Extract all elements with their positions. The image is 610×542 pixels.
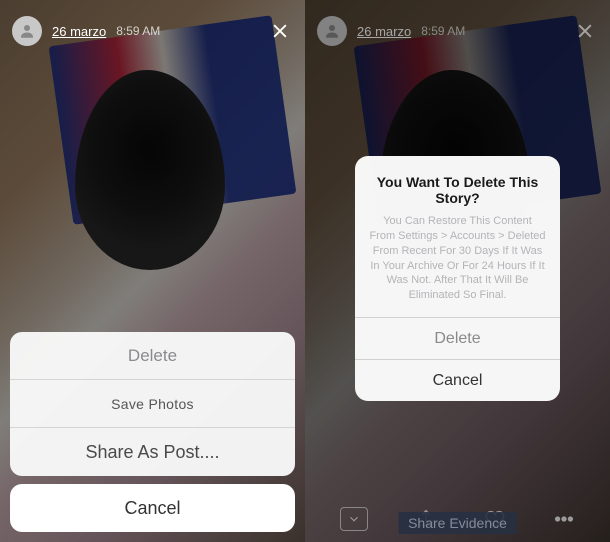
- left-screen: 26 marzo 8:59 AM Delete Save Photos Shar…: [0, 0, 305, 542]
- confirm-delete-button[interactable]: Delete: [355, 317, 560, 359]
- story-date-link[interactable]: 26 marzo: [52, 24, 106, 39]
- delete-confirm-dialog: You Want To Delete This Story? You Can R…: [355, 156, 560, 401]
- story-time: 8:59 AM: [116, 24, 160, 38]
- save-photos-option[interactable]: Save Photos: [10, 380, 295, 428]
- alert-title: You Want To Delete This Story?: [369, 174, 546, 206]
- share-as-post-option[interactable]: Share As Post....: [10, 428, 295, 476]
- close-button[interactable]: [267, 18, 293, 44]
- close-icon: [270, 21, 290, 41]
- story-header: 26 marzo 8:59 AM: [12, 16, 293, 46]
- right-screen: 26 marzo 8:59 AM Share Evidence You Want…: [305, 0, 610, 542]
- avatar[interactable]: [12, 16, 42, 46]
- cancel-button[interactable]: Cancel: [10, 484, 295, 532]
- confirm-cancel-button[interactable]: Cancel: [355, 359, 560, 401]
- delete-option[interactable]: Delete: [10, 332, 295, 380]
- action-sheet-group: Delete Save Photos Share As Post....: [10, 332, 295, 476]
- alert-body: You Want To Delete This Story? You Can R…: [355, 156, 560, 317]
- person-icon: [18, 22, 36, 40]
- alert-message: You Can Restore This Content From Settin…: [369, 214, 546, 303]
- action-sheet: Delete Save Photos Share As Post.... Can…: [10, 332, 295, 532]
